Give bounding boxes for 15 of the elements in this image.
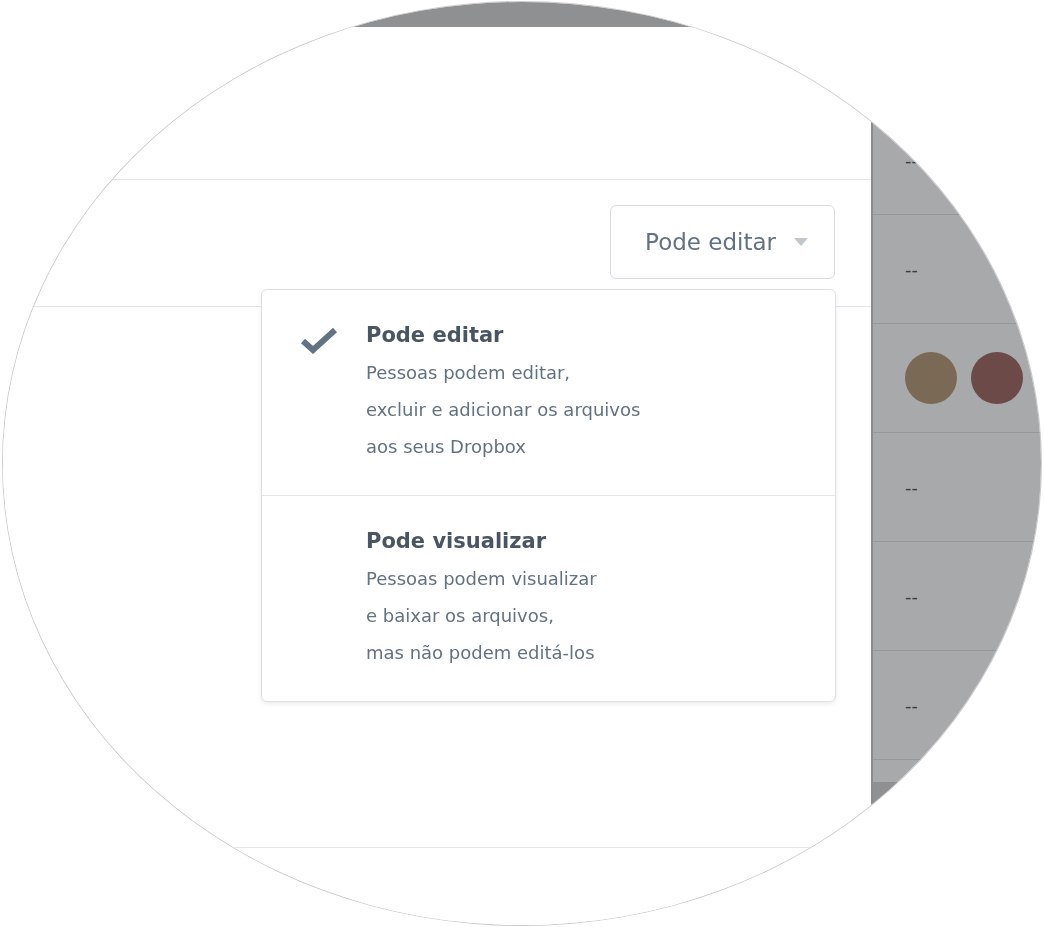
permission-dropdown[interactable]: Pode editar: [610, 205, 835, 279]
empty-value: --: [905, 694, 918, 716]
avatar-circle: [905, 352, 957, 404]
menu-option[interactable]: Pode editar Pessoas podem editar, excluir e adicionar os arquivos aos seus Dropbox: [262, 290, 835, 495]
option-title: Pode visualizar: [366, 528, 548, 555]
option-description: Pessoas podem visualizar e baixar os arquivos, mas não podem editá-los: [366, 567, 598, 665]
menu-option[interactable]: Pode visualizar Pessoas podem visualizar e baixar os arquivos, mas não podem editá-los: [262, 495, 835, 701]
checkmark-icon: [300, 326, 338, 354]
avatar-circle: [971, 352, 1023, 404]
caret-icon: [794, 238, 808, 246]
option-title: Pode editar: [366, 322, 505, 349]
empty-value: --: [905, 258, 918, 280]
option-description: Pessoas podem editar, excluir e adicionar os arquivos aos seus Dropbox: [366, 361, 642, 459]
empty-value: --: [905, 585, 918, 607]
empty-value: --: [905, 476, 918, 498]
